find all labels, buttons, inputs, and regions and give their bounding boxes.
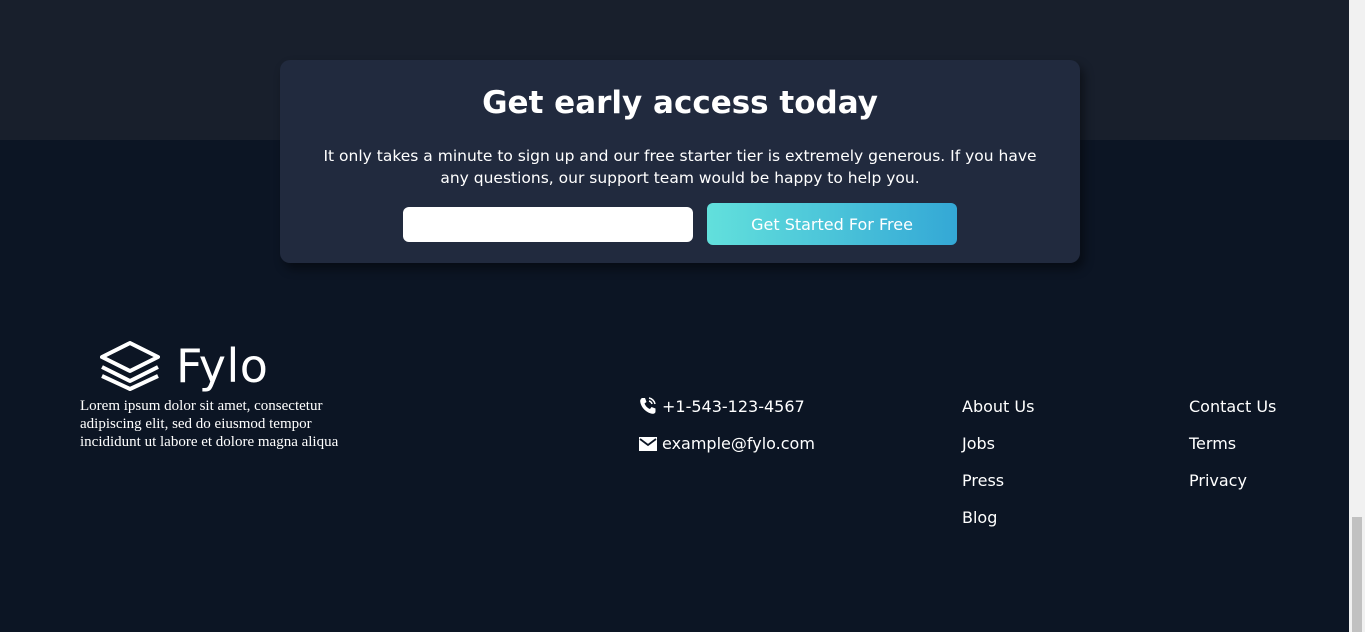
phone-icon: [640, 397, 656, 414]
vertical-scrollbar[interactable]: [1349, 0, 1365, 632]
stacked-layers-icon: [100, 341, 160, 391]
link-blog[interactable]: Blog: [962, 507, 997, 529]
envelope-icon: [639, 436, 657, 451]
email-contact[interactable]: example@fylo.com: [638, 434, 815, 453]
email-input[interactable]: [403, 207, 693, 242]
link-contact-us[interactable]: Contact Us: [1189, 396, 1276, 418]
cta-description: It only takes a minute to sign up and ou…: [323, 147, 1037, 187]
footer-description: Lorem ipsum dolor sit amet, consectetur …: [80, 398, 339, 450]
phone-contact[interactable]: +1-543-123-4567: [638, 396, 805, 416]
link-about-us[interactable]: About Us: [962, 396, 1034, 418]
link-privacy[interactable]: Privacy: [1189, 470, 1247, 492]
get-started-button[interactable]: Get Started For Free: [707, 203, 957, 245]
phone-number: +1-543-123-4567: [662, 396, 805, 416]
link-terms[interactable]: Terms: [1189, 433, 1236, 455]
link-press[interactable]: Press: [962, 470, 1004, 492]
scrollbar-thumb[interactable]: [1352, 517, 1362, 632]
brand-name: Fylo: [176, 339, 269, 393]
link-jobs[interactable]: Jobs: [962, 433, 995, 455]
fylo-logo[interactable]: Fylo: [100, 340, 268, 392]
email-address: example@fylo.com: [662, 434, 815, 453]
early-access-card: Get early access today It only takes a m…: [280, 60, 1080, 263]
cta-title: Get early access today: [482, 85, 878, 121]
